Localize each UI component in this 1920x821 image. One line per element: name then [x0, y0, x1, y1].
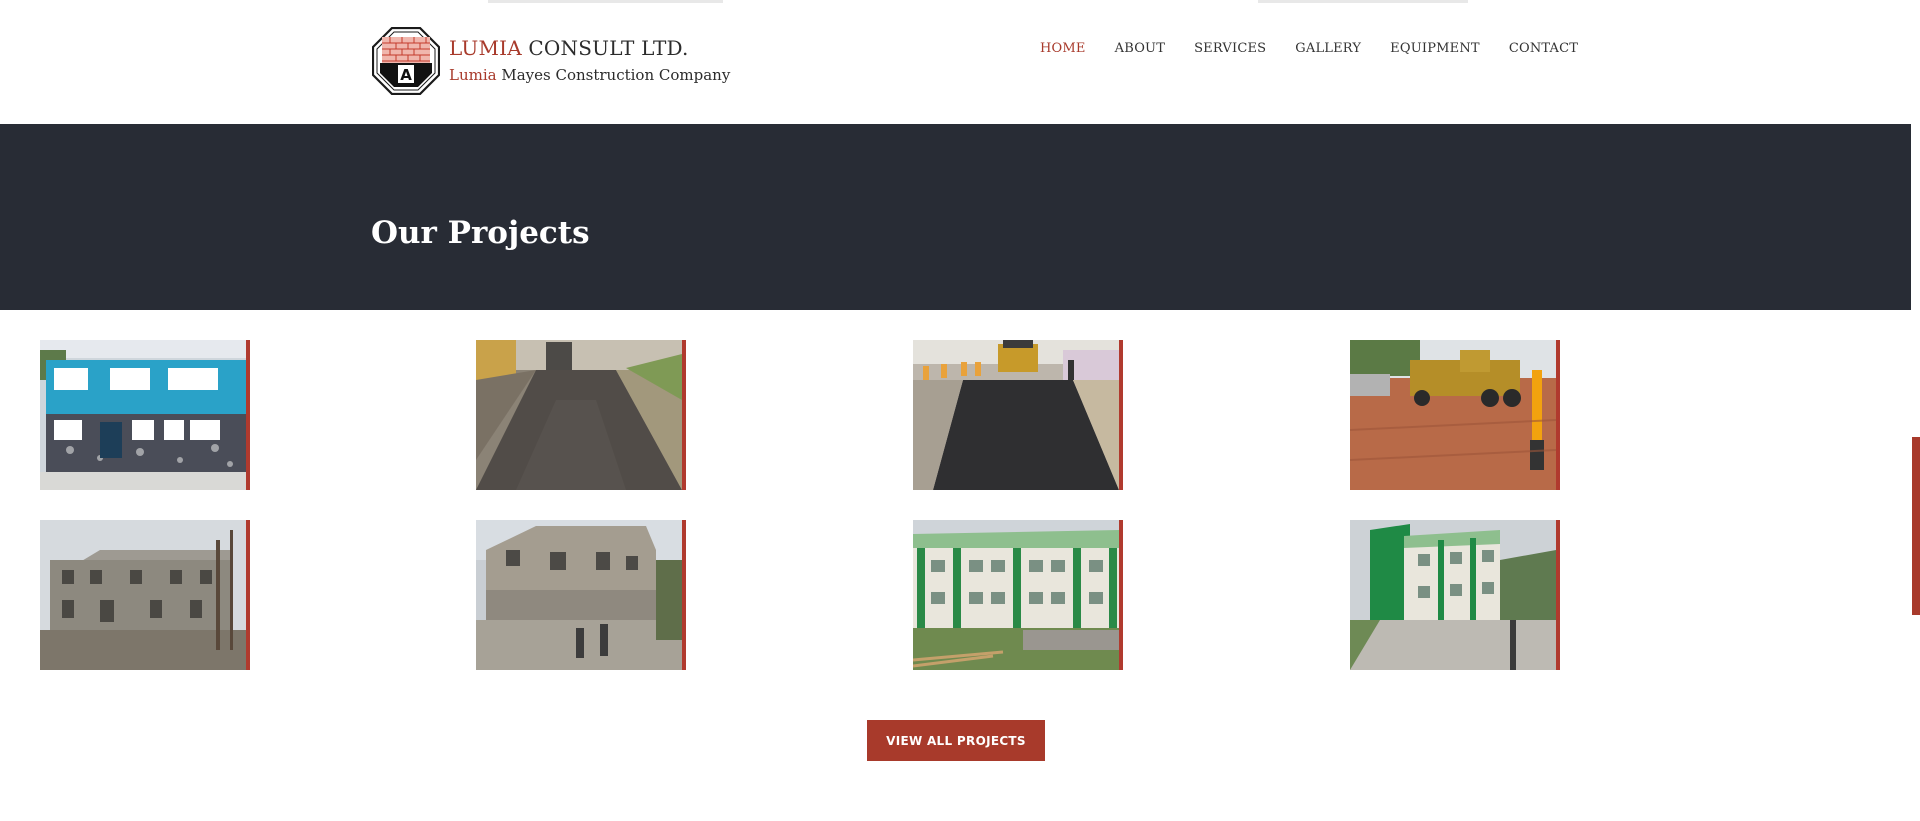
nav-home[interactable]: HOME: [1040, 41, 1086, 56]
project-thumb-blue-building[interactable]: [40, 340, 250, 490]
top-divider: [488, 0, 723, 3]
brand-title-accent: LUMIA: [449, 36, 522, 60]
nav-services[interactable]: SERVICES: [1194, 41, 1266, 56]
building-photo-icon: [913, 520, 1119, 670]
company-logo-icon[interactable]: A: [372, 27, 440, 95]
grader-photo-icon: [1350, 340, 1556, 490]
page-title: Our Projects: [371, 215, 590, 251]
side-tab[interactable]: [1912, 437, 1920, 615]
svg-text:A: A: [400, 66, 412, 84]
brand-sub-rest: Mayes Construction Company: [496, 66, 731, 84]
project-thumb-road[interactable]: [476, 340, 686, 490]
project-thumb-green-building-forecourt[interactable]: [1350, 520, 1560, 670]
nav-about[interactable]: ABOUT: [1115, 41, 1165, 56]
road-photo-icon: [476, 340, 682, 490]
paving-photo-icon: [913, 340, 1119, 490]
project-thumb-block-building[interactable]: [40, 520, 250, 670]
building-photo-icon: [1350, 520, 1556, 670]
construction-photo-icon: [476, 520, 682, 670]
building-photo-icon: [40, 340, 246, 490]
brand-title-rest: CONSULT LTD.: [521, 36, 689, 60]
brand-subtitle: Lumia Mayes Construction Company: [449, 66, 730, 84]
page-banner: Our Projects: [0, 124, 1911, 310]
view-all-projects-button[interactable]: VIEW ALL PROJECTS: [867, 720, 1045, 761]
site-header: A LUMIA CONSULT LTD. Lumia Mayes Constru…: [0, 0, 1920, 124]
nav-equipment[interactable]: EQUIPMENT: [1390, 41, 1480, 56]
project-thumb-green-building[interactable]: [913, 520, 1123, 670]
brand-sub-accent: Lumia: [449, 66, 497, 84]
top-divider: [1258, 0, 1468, 3]
main-nav: HOME ABOUT SERVICES GALLERY EQUIPMENT CO…: [1040, 41, 1607, 56]
project-thumb-grader[interactable]: [1350, 340, 1560, 490]
brand-title[interactable]: LUMIA CONSULT LTD.: [449, 36, 689, 60]
project-thumb-block-frame[interactable]: [476, 520, 686, 670]
project-thumb-paving[interactable]: [913, 340, 1123, 490]
nav-gallery[interactable]: GALLERY: [1295, 41, 1361, 56]
nav-contact[interactable]: CONTACT: [1509, 41, 1578, 56]
construction-photo-icon: [40, 520, 246, 670]
